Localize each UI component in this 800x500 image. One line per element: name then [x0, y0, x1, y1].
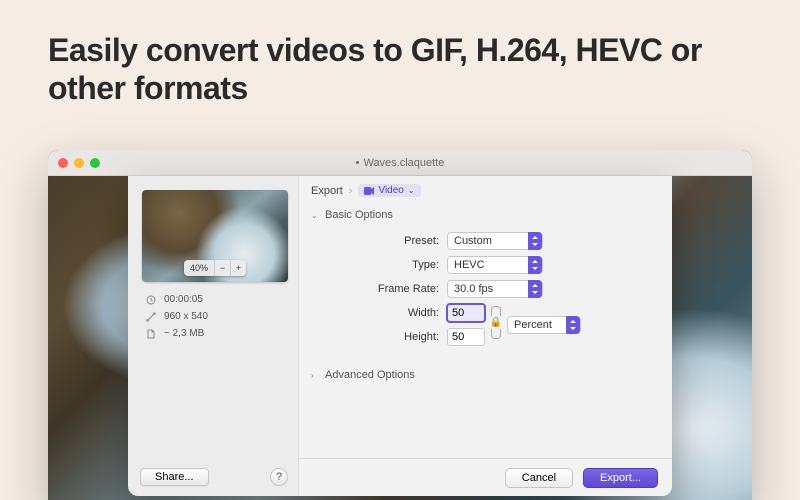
chevron-updown-icon [528, 232, 542, 250]
chevron-updown-icon: ⌄ [408, 186, 415, 195]
meta-duration-value: 00:00:05 [164, 294, 203, 305]
share-button[interactable]: Share... [140, 468, 209, 486]
zoom-in-button[interactable]: + [230, 260, 246, 276]
export-options-column: Export › Video ⌄ ⌄ Basic Options Preset:… [298, 176, 672, 496]
chevron-updown-icon [566, 316, 580, 334]
unit-value: Percent [514, 319, 552, 331]
export-preview-column: 40% − + 00:00:05 960 x 540 [128, 176, 298, 496]
crumb-root[interactable]: Export [311, 185, 343, 197]
zoom-control: 40% − + [184, 260, 246, 276]
window-titlebar: Waves.claquette [48, 150, 752, 176]
cancel-button[interactable]: Cancel [505, 468, 573, 488]
document-icon [146, 329, 156, 339]
preset-label: Preset: [299, 235, 447, 247]
aspect-lock[interactable]: 🔒 [485, 301, 507, 343]
meta-filesize: ~ 2,3 MB [146, 328, 288, 339]
advanced-options-header[interactable]: › Advanced Options [299, 365, 672, 385]
disclosure-open-icon: ⌄ [311, 211, 319, 220]
dimensions-icon [146, 312, 156, 322]
meta-duration: 00:00:05 [146, 294, 288, 305]
export-sheet: 40% − + 00:00:05 960 x 540 [128, 176, 672, 496]
width-input[interactable] [447, 304, 485, 322]
window-title: Waves.claquette [48, 157, 752, 169]
breadcrumb: Export › Video ⌄ [299, 176, 672, 205]
lock-icon: 🔒 [490, 317, 502, 328]
help-button[interactable]: ? [270, 468, 288, 486]
height-label: Height: [299, 331, 447, 343]
clock-icon [146, 295, 156, 305]
basic-options-label: Basic Options [325, 209, 393, 221]
video-icon [364, 187, 374, 195]
disclosure-closed-icon: › [311, 371, 319, 380]
crumb-format-chip[interactable]: Video ⌄ [358, 184, 420, 197]
height-input[interactable] [447, 328, 485, 346]
preview-metadata: 00:00:05 960 x 540 ~ 2,3 MB [142, 294, 288, 339]
marketing-headline: Easily convert videos to GIF, H.264, HEV… [0, 0, 800, 126]
preview-thumbnail: 40% − + [142, 190, 288, 282]
meta-filesize-value: ~ 2,3 MB [164, 328, 204, 339]
type-value: HEVC [454, 259, 485, 271]
fps-value: 30.0 fps [454, 283, 493, 295]
fps-label: Frame Rate: [299, 283, 447, 295]
basic-options-header[interactable]: ⌄ Basic Options [299, 205, 672, 225]
export-button[interactable]: Export... [583, 468, 658, 488]
sheet-footer: Cancel Export... [299, 458, 672, 496]
type-label: Type: [299, 259, 447, 271]
meta-dimensions-value: 960 x 540 [164, 311, 208, 322]
chevron-right-icon: › [349, 185, 353, 197]
advanced-options-label: Advanced Options [325, 369, 415, 381]
preset-value: Custom [454, 235, 492, 247]
app-window: Waves.claquette 40% − + 00:00:05 [48, 150, 752, 500]
width-label: Width: [299, 307, 447, 319]
basic-options-form: Preset: Custom Type: HEVC Frame Rate: [299, 225, 672, 353]
fps-popup[interactable]: 30.0 fps [447, 280, 543, 298]
zoom-out-button[interactable]: − [214, 260, 230, 276]
meta-dimensions: 960 x 540 [146, 311, 288, 322]
chevron-updown-icon [528, 256, 542, 274]
unit-popup[interactable]: Percent [507, 316, 581, 334]
type-popup[interactable]: HEVC [447, 256, 543, 274]
crumb-format-label: Video [378, 185, 403, 196]
preset-popup[interactable]: Custom [447, 232, 543, 250]
zoom-level: 40% [184, 263, 214, 273]
chevron-updown-icon [528, 280, 542, 298]
